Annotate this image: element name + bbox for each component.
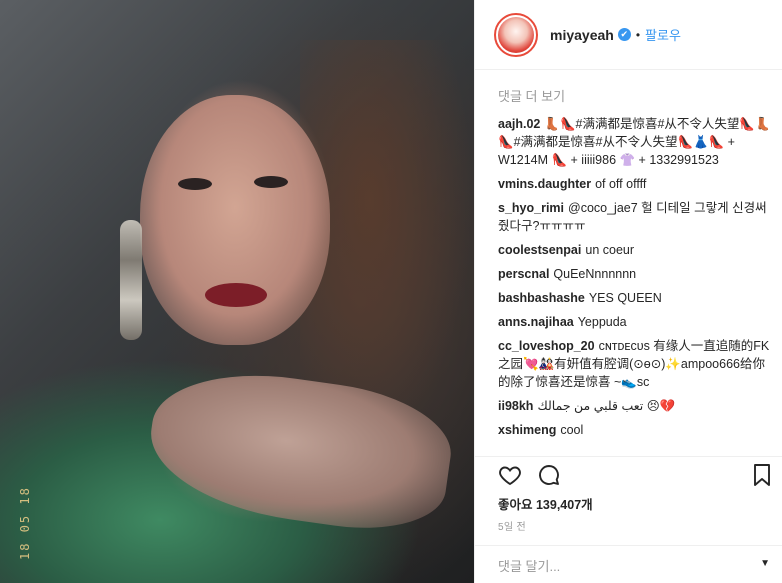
comment-text: تعب قلبي من جمالك 😣💔 bbox=[537, 399, 676, 413]
photo-eye-right bbox=[254, 176, 288, 188]
comment-item: anns.najihaa Yeppuda bbox=[498, 313, 774, 331]
bookmark-icon bbox=[754, 464, 770, 486]
likes-count[interactable]: 좋아요 139,407개 bbox=[498, 494, 593, 513]
photo-eye-left bbox=[178, 178, 212, 190]
add-comment-input[interactable]: 댓글 달기... ▼ bbox=[475, 545, 782, 583]
comment-item: s_hyo_rimi @coco_jae7 헐 디테일 그랗게 신경써줬다구?ㅠㅠ… bbox=[498, 199, 774, 235]
comment-username[interactable]: anns.najihaa bbox=[498, 315, 574, 329]
like-button[interactable] bbox=[496, 461, 524, 489]
speech-bubble-icon bbox=[539, 465, 559, 485]
comment-text: cool bbox=[560, 423, 584, 437]
comment-item: bashbashashe YES QUEEN bbox=[498, 289, 774, 307]
comment-item: ii98kh تعب قلبي من جمالك 😣💔 bbox=[498, 397, 774, 415]
comment-item: coolestsenpai un coeur bbox=[498, 241, 774, 259]
comment-item: xshimeng cool bbox=[498, 421, 774, 439]
follow-button[interactable]: 팔로우 bbox=[645, 25, 681, 44]
scroll-down-icon[interactable]: ▼ bbox=[760, 558, 770, 569]
comment-username[interactable]: ii98kh bbox=[498, 399, 533, 413]
comment-username[interactable]: xshimeng bbox=[498, 423, 556, 437]
comments-list[interactable]: 댓글 더 보기 aajh.02 👢👠#满满都是惊喜#从不令人失望👠👢👠#满满都是惊… bbox=[498, 86, 774, 454]
comment-text: QuEeNnnnnnn bbox=[553, 267, 637, 281]
photo-face bbox=[140, 95, 330, 345]
post-header: miyayeah ✔ • 팔로우 bbox=[475, 0, 782, 70]
comment-username[interactable]: coolestsenpai bbox=[498, 243, 581, 257]
save-button[interactable] bbox=[748, 461, 776, 489]
post-timestamp[interactable]: 5일 전 bbox=[498, 518, 526, 533]
photo-earring bbox=[120, 220, 142, 340]
comment-text: Yeppuda bbox=[577, 315, 627, 329]
username-link[interactable]: miyayeah bbox=[550, 27, 614, 43]
post-photo[interactable]: 18 05 18 bbox=[0, 0, 474, 583]
comment-item: aajh.02 👢👠#满满都是惊喜#从不令人失望👠👢👠#满满都是惊喜#从不令人失望… bbox=[498, 115, 774, 169]
comment-username[interactable]: perscnal bbox=[498, 267, 549, 281]
comment-username[interactable]: cc_loveshop_20 bbox=[498, 339, 595, 353]
photo-lips bbox=[205, 283, 267, 307]
comment-username[interactable]: s_hyo_rimi bbox=[498, 201, 564, 215]
post-side-panel: miyayeah ✔ • 팔로우 댓글 더 보기 aajh.02 👢👠#满满都是惊… bbox=[474, 0, 782, 583]
avatar[interactable] bbox=[494, 12, 538, 57]
comment-username[interactable]: vmins.daughter bbox=[498, 177, 591, 191]
comment-username[interactable]: bashbashashe bbox=[498, 291, 585, 305]
comment-item: cc_loveshop_20 ᴄɴᴛᴅᴇᴄᴜs 有缘人一直追随的FK之园💘🎎有姸值… bbox=[498, 337, 774, 391]
comment-item: vmins.daughter of off offff bbox=[498, 175, 774, 193]
comment-text: YES QUEEN bbox=[588, 291, 662, 305]
comment-text: un coeur bbox=[585, 243, 635, 257]
comment-username[interactable]: aajh.02 bbox=[498, 117, 540, 131]
comment-button[interactable] bbox=[535, 461, 563, 489]
add-comment-placeholder: 댓글 달기... bbox=[498, 559, 561, 574]
photo-date-stamp: 18 05 18 bbox=[18, 486, 32, 560]
action-bar bbox=[475, 456, 782, 490]
load-more-comments-button[interactable]: 댓글 더 보기 bbox=[498, 86, 774, 105]
comment-text: of off offff bbox=[595, 177, 647, 191]
heart-icon bbox=[499, 466, 521, 486]
separator-dot: • bbox=[635, 27, 641, 42]
verified-badge-icon: ✔ bbox=[617, 28, 631, 41]
comment-item: perscnal QuEeNnnnnnn bbox=[498, 265, 774, 283]
